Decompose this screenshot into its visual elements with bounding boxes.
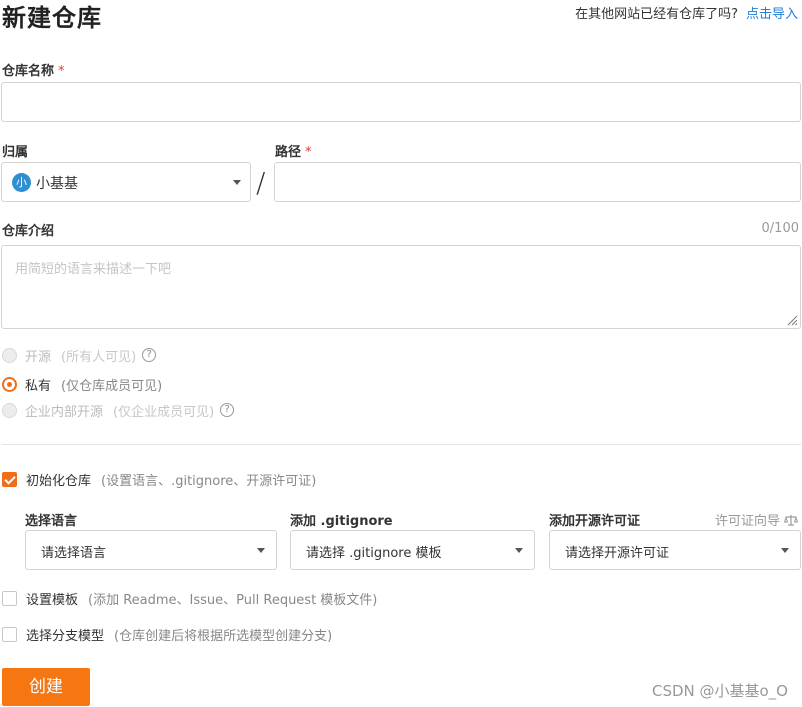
- path-label: 路径 *: [275, 141, 312, 160]
- init-repo-desc: (设置语言、.gitignore、开源许可证): [101, 473, 317, 489]
- visibility-label: 开源: [25, 349, 52, 365]
- license-select-value: 请选择开源许可证: [565, 546, 670, 561]
- visibility-option-public[interactable]: 开源 (所有人可见) ?: [2, 346, 157, 365]
- template-desc: (添加 Readme、Issue、Pull Request 模板文件): [88, 592, 378, 608]
- repo-name-label-text: 仓库名称: [2, 64, 55, 79]
- question-circle-icon[interactable]: ?: [142, 348, 157, 362]
- required-mark: *: [58, 64, 65, 79]
- language-label: 选择语言: [25, 514, 78, 529]
- visibility-label: 企业内部开源: [25, 404, 104, 420]
- license-label: 添加开源许可证: [549, 514, 641, 529]
- visibility-option-enterprise[interactable]: 企业内部开源 (仅企业成员可见) ?: [2, 401, 235, 420]
- template-checkbox[interactable]: [2, 590, 17, 606]
- scale-icon: [784, 514, 798, 526]
- description-label: 仓库介绍: [2, 224, 55, 239]
- license-select[interactable]: 请选择开源许可证: [549, 530, 801, 570]
- branch-model-label: 选择分支模型: [26, 628, 105, 644]
- resize-grip-icon[interactable]: [786, 314, 798, 326]
- license-guide-text: 许可证向导: [714, 514, 780, 529]
- page-title: 新建仓库: [2, 4, 102, 32]
- license-guide-link[interactable]: 许可证向导: [715, 510, 798, 529]
- gitignore-label: 添加 .gitignore: [290, 514, 393, 529]
- owner-label: 归属: [2, 145, 29, 160]
- path-label-text: 路径: [275, 145, 302, 160]
- repo-name-input[interactable]: [1, 82, 801, 122]
- radio-button[interactable]: [2, 402, 17, 418]
- repo-name-label: 仓库名称 *: [2, 60, 65, 79]
- owner-name: 小基基: [36, 176, 78, 192]
- branch-model-checkbox[interactable]: [2, 626, 17, 642]
- import-hint: 在其他网站已经有仓库了吗? 点击导入: [575, 3, 798, 22]
- question-circle-icon[interactable]: ?: [220, 403, 235, 417]
- visibility-label: 私有: [25, 378, 52, 394]
- branch-model-checkbox-row[interactable]: 选择分支模型 (仓库创建后将根据所选模型创建分支): [2, 625, 333, 644]
- watermark: CSDN @小基基o_O: [651, 682, 788, 700]
- visibility-option-private[interactable]: 私有 (仅仓库成员可见): [2, 375, 163, 394]
- visibility-desc: (仅企业成员可见): [113, 404, 215, 420]
- avatar: 小: [12, 173, 31, 192]
- init-repo-checkbox-row[interactable]: 初始化仓库 (设置语言、.gitignore、开源许可证): [2, 470, 317, 489]
- gitignore-select-value: 请选择 .gitignore 模板: [306, 546, 442, 561]
- gitignore-select[interactable]: 请选择 .gitignore 模板: [290, 530, 535, 570]
- init-repo-label: 初始化仓库: [26, 473, 92, 489]
- description-textarea[interactable]: 用简短的语言来描述一下吧: [1, 245, 801, 329]
- language-select[interactable]: 请选择语言: [25, 530, 277, 570]
- path-separator: /: [256, 166, 266, 199]
- required-mark: *: [305, 145, 312, 160]
- visibility-desc: (仅仓库成员可见): [61, 378, 163, 394]
- caret-down-icon: [257, 548, 265, 553]
- caret-down-icon: [233, 180, 241, 185]
- caret-down-icon: [781, 548, 789, 553]
- path-input[interactable]: [274, 162, 801, 202]
- template-checkbox-row[interactable]: 设置模板 (添加 Readme、Issue、Pull Request 模板文件): [2, 589, 378, 608]
- caret-down-icon: [515, 548, 523, 553]
- description-counter: 0/100: [761, 221, 799, 236]
- divider: [2, 444, 801, 445]
- import-hint-text: 在其他网站已经有仓库了吗?: [575, 7, 738, 22]
- description-placeholder: 用简短的语言来描述一下吧: [15, 262, 172, 277]
- template-label: 设置模板: [26, 592, 79, 608]
- radio-button[interactable]: [2, 376, 17, 392]
- import-link[interactable]: 点击导入: [746, 7, 798, 22]
- init-repo-checkbox[interactable]: [2, 471, 17, 487]
- visibility-desc: (所有人可见): [61, 349, 137, 365]
- radio-button[interactable]: [2, 347, 17, 363]
- create-button[interactable]: 创建: [2, 668, 90, 706]
- language-select-value: 请选择语言: [41, 546, 107, 561]
- owner-select[interactable]: 小 小基基: [1, 162, 251, 202]
- branch-model-desc: (仓库创建后将根据所选模型创建分支): [114, 628, 333, 644]
